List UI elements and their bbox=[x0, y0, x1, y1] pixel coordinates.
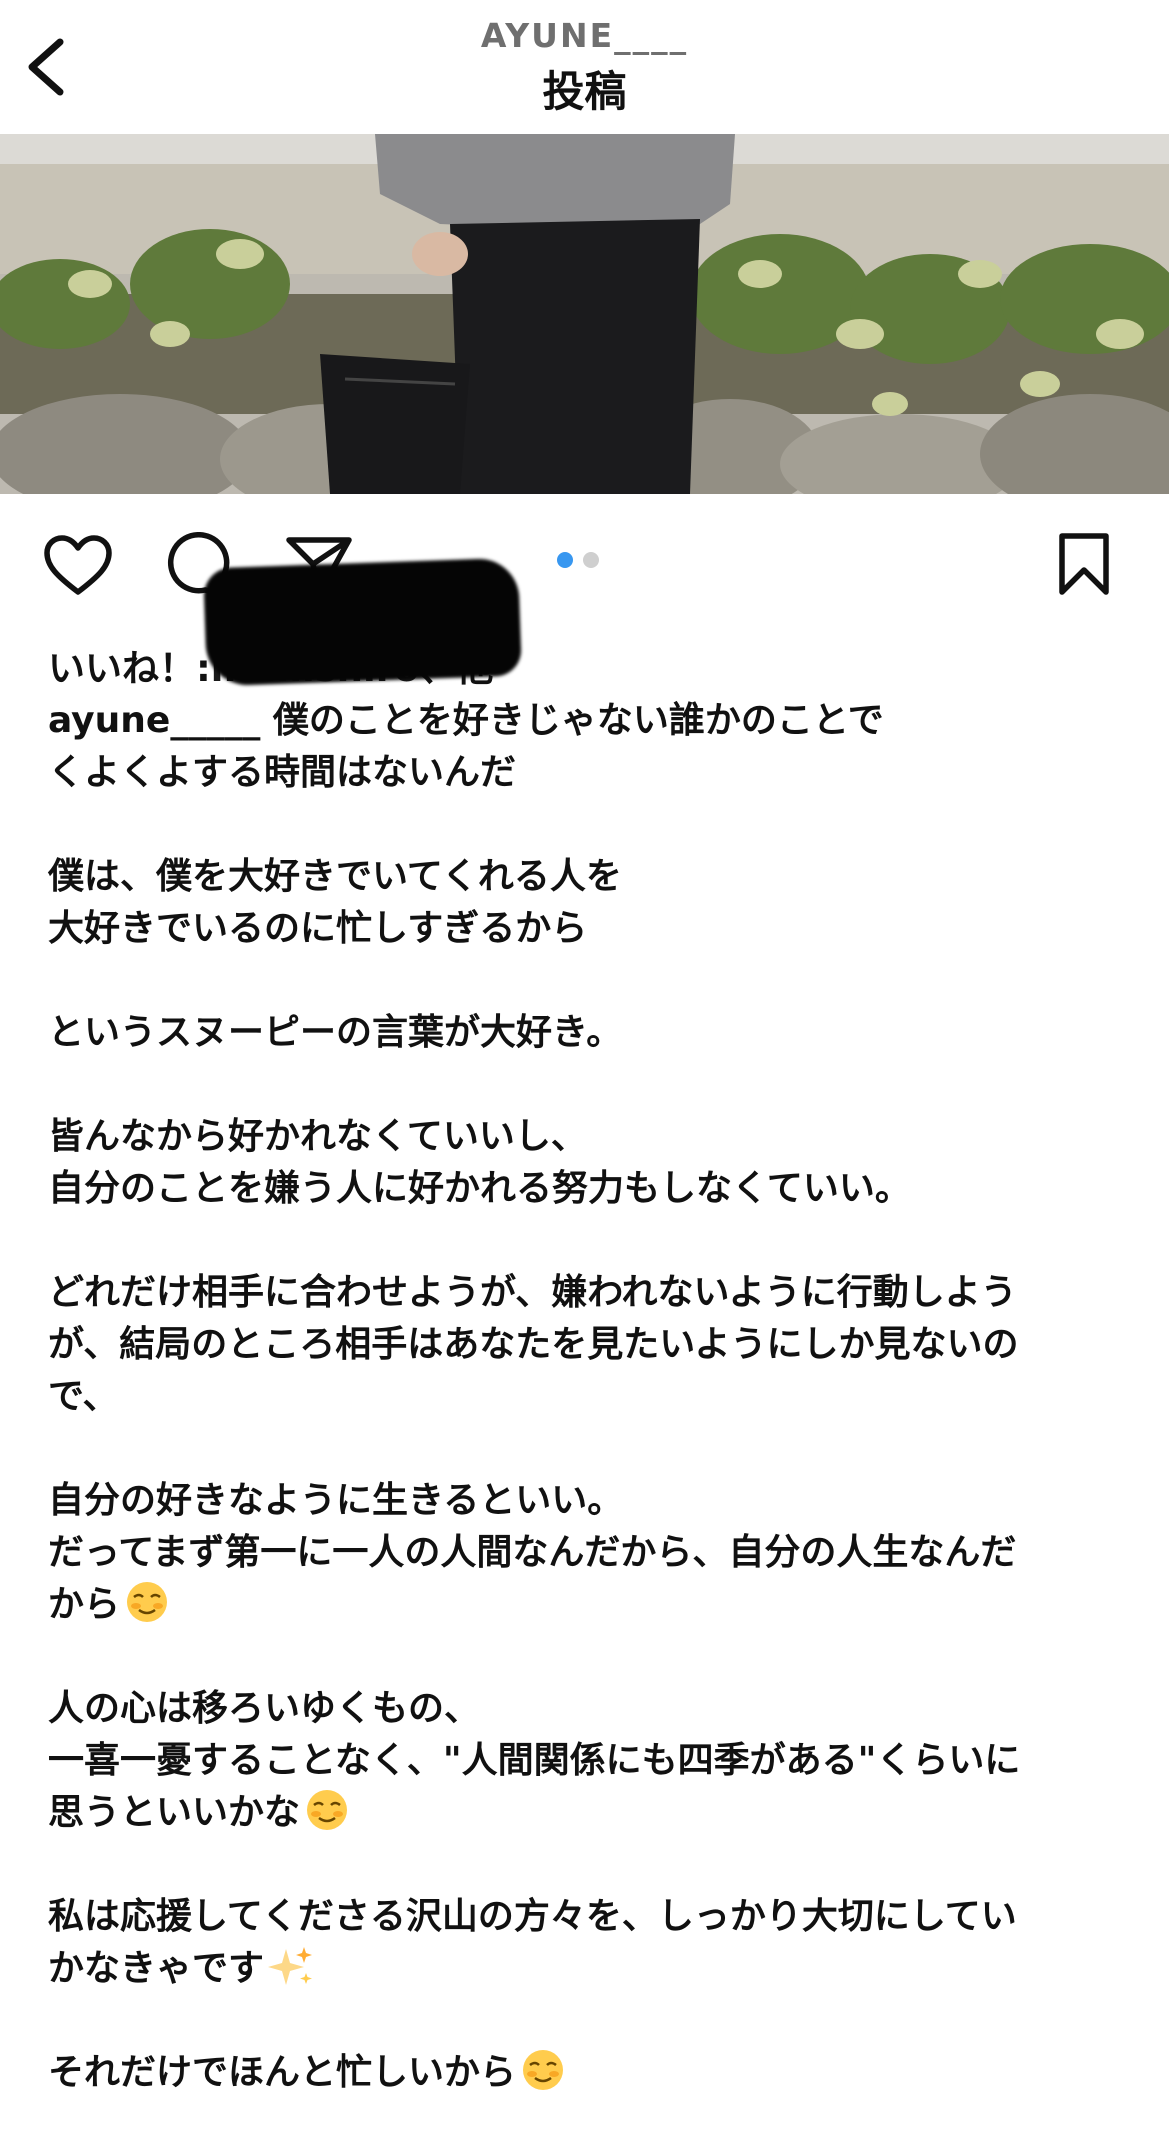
caption-paragraph: 私は応援してくださる沢山の方々を、しっかり大切にしてい かなきゃです bbox=[48, 1891, 1138, 1995]
caption-line: ayune_____ 僕のことを好きじゃない誰かのことで bbox=[48, 695, 1138, 747]
caption-text: かなきゃです bbox=[48, 1948, 265, 1989]
caption-text: 皆んなから好かれなくていいし、 bbox=[48, 1116, 587, 1157]
caption-text: というスヌーピーの言葉が大好き。 bbox=[48, 1012, 623, 1053]
caption-line: 一喜一憂することなく、"人間関係にも四季がある"くらいに bbox=[48, 1735, 1138, 1787]
caption-paragraph: ayune_____ 僕のことを好きじゃない誰かのことでくよくよする時間はないん… bbox=[48, 695, 1138, 799]
caption-paragraph: 皆んなから好かれなくていいし、自分のことを嫌う人に好かれる努力もしなくていい。 bbox=[48, 1111, 1138, 1215]
carousel-dot bbox=[583, 552, 599, 568]
caption-text: で、 bbox=[48, 1376, 119, 1417]
caption-text: 自分のことを嫌う人に好かれる努力もしなくていい。 bbox=[48, 1168, 911, 1209]
caption-text: 人の心は移ろいゆくもの、 bbox=[48, 1688, 481, 1729]
caption-line: だってまず第一に一人の人間なんだから、自分の人生なんだ bbox=[48, 1527, 1138, 1579]
caption-line: というスヌーピーの言葉が大好き。 bbox=[48, 1007, 1138, 1059]
like-button[interactable] bbox=[43, 534, 113, 602]
caption-paragraph: というスヌーピーの言葉が大好き。 bbox=[48, 1007, 1138, 1059]
sparkles-emoji-icon bbox=[268, 1947, 313, 1985]
caption-text: だってまず第一に一人の人間なんだから、自分の人生なんだ bbox=[48, 1532, 1017, 1573]
caption-text: どれだけ相手に合わせようが、嫌われないように行動しよう bbox=[48, 1272, 1017, 1313]
caption-line: 大好きでいるのに忙しすぎるから bbox=[48, 903, 1138, 955]
caption-text: が、結局のところ相手はあなたを見たいようにしか見ないの bbox=[48, 1324, 1019, 1365]
caption-line: から bbox=[48, 1579, 1138, 1631]
blushing-smile-emoji-icon bbox=[307, 1790, 348, 1830]
blushing-smile-emoji-icon bbox=[523, 2050, 564, 2090]
caption-paragraph: 僕は、僕を大好きでいてくれる人を 大好きでいるのに忙しすぎるから bbox=[48, 851, 1138, 955]
caption-line: 人の心は移ろいゆくもの、 bbox=[48, 1683, 1138, 1735]
caption-line: 自分の好きなように生きるといい。 bbox=[48, 1475, 1138, 1527]
likes-prefix: いいね！: bbox=[48, 647, 211, 690]
caption-line: 思うといいかな bbox=[48, 1787, 1138, 1839]
caption-text: 私は応援してくださる沢山の方々を、しっかり大切にしてい bbox=[48, 1896, 1017, 1937]
caption-text: 大好きでいるのに忙しすぎるから bbox=[48, 908, 588, 949]
caption-text: くよくよする時間はないんだ bbox=[48, 752, 517, 793]
caption-text: それだけでほんと忙しいから bbox=[48, 2052, 517, 2093]
caption-line: それだけでほんと忙しいから bbox=[48, 2047, 1138, 2099]
caption-line: どれだけ相手に合わせようが、嫌われないように行動しよう bbox=[48, 1267, 1138, 1319]
carousel-dot bbox=[557, 552, 573, 568]
bookmark-icon bbox=[1059, 533, 1109, 595]
photo-illustration bbox=[0, 134, 1169, 494]
caption-username[interactable]: ayune_____ bbox=[48, 700, 273, 741]
heart-icon bbox=[44, 535, 112, 595]
caption-line: 皆んなから好かれなくていいし、 bbox=[48, 1111, 1138, 1163]
caption-text: 一喜一憂することなく、"人間関係にも四季がある"くらいに bbox=[48, 1740, 1021, 1781]
caption-text: から bbox=[48, 1584, 121, 1625]
save-button[interactable] bbox=[1056, 532, 1112, 600]
caption-paragraph: 自分の好きなように生きるといい。だってまず第一に一人の人間なんだから、自分の人生… bbox=[48, 1475, 1138, 1631]
caption-line: くよくよする時間はないんだ bbox=[48, 747, 1138, 799]
caption-line: かなきゃです bbox=[48, 1943, 1138, 1995]
post-photo[interactable] bbox=[0, 134, 1169, 494]
top-navigation-bar: AYUNE____ 投稿 bbox=[0, 0, 1169, 134]
page-title: 投稿 bbox=[542, 67, 627, 116]
caption-line: 自分のことを嫌う人に好かれる努力もしなくていい。 bbox=[48, 1163, 1138, 1215]
caption-text: 自分の好きなように生きるといい。 bbox=[48, 1480, 624, 1521]
caption-line: で、 bbox=[48, 1371, 1138, 1423]
caption-text: 僕は、僕を大好きでいてくれる人を bbox=[48, 856, 622, 897]
post-caption: ayune_____ 僕のことを好きじゃない誰かのことでくよくよする時間はないん… bbox=[48, 695, 1138, 2147]
caption-paragraph: それだけでほんと忙しいから bbox=[48, 2047, 1138, 2099]
header-username[interactable]: AYUNE____ bbox=[0, 16, 1169, 55]
caption-line: 僕は、僕を大好きでいてくれる人を bbox=[48, 851, 1138, 903]
blushing-smile-emoji-icon bbox=[127, 1582, 168, 1622]
caption-text: 思うといいかな bbox=[48, 1792, 301, 1833]
redaction-mark bbox=[203, 557, 522, 687]
caption-text: 僕のことを好きじゃない誰かのことで bbox=[272, 700, 884, 741]
caption-line: が、結局のところ相手はあなたを見たいようにしか見ないの bbox=[48, 1319, 1138, 1371]
caption-paragraph: どれだけ相手に合わせようが、嫌われないように行動しよう が、結局のところ相手はあな… bbox=[48, 1267, 1138, 1423]
caption-line: 私は応援してくださる沢山の方々を、しっかり大切にしてい bbox=[48, 1891, 1138, 1943]
caption-paragraph: 人の心は移ろいゆくもの、一喜一憂することなく、"人間関係にも四季がある"くらいに… bbox=[48, 1683, 1138, 1839]
